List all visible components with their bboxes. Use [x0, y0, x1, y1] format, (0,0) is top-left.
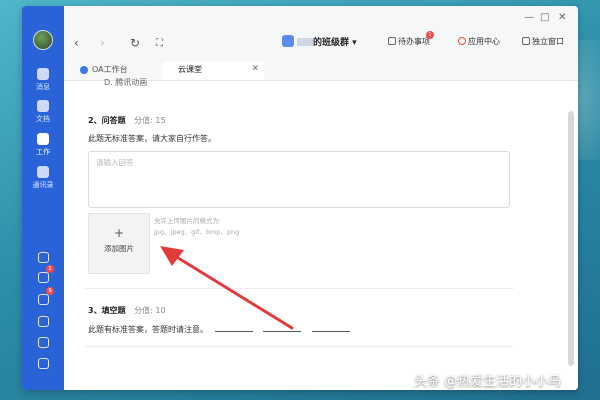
mail-icon	[37, 337, 49, 348]
todo-button[interactable]: 待办事项 1	[388, 31, 434, 47]
app-center-button[interactable]: 应用中心	[458, 36, 500, 47]
fill-blank-2[interactable]	[263, 331, 302, 332]
answer-placeholder: 请输入回答	[96, 158, 134, 167]
add-image-label: 添加图片	[104, 244, 134, 253]
group-logo-icon	[282, 35, 294, 47]
rail-item-label: 通讯录	[32, 181, 54, 189]
open-window-button[interactable]: 独立窗口	[522, 36, 564, 47]
maximize-button[interactable]: □	[540, 12, 549, 23]
calendar-button[interactable]	[22, 248, 64, 267]
divider	[84, 288, 514, 289]
toolbar: ‹ › ↻ ⛶ 的班级群 ▾ 待办事项 1 应用中心 独立窗口	[64, 31, 578, 58]
q3-description: 此题有标准答案，答题时请注意。	[88, 325, 208, 334]
rail-item-work[interactable]: 工作	[22, 133, 64, 157]
answer-textarea[interactable]: 请输入回答	[88, 151, 510, 208]
minimize-button[interactable]: —	[524, 12, 534, 23]
tasks-badge: 1	[46, 265, 54, 273]
close-tab-icon[interactable]: ✕	[251, 61, 259, 78]
q3-sentence: 此题有标准答案，答题时请注意。	[88, 324, 354, 335]
todo-label: 待办事项	[398, 37, 430, 46]
main-area: — □ ✕ ‹ › ↻ ⛶ 的班级群 ▾ 待办事项 1 应用中心 独立窗口 OA…	[64, 6, 578, 390]
rail-item-messages[interactable]: 消息	[22, 68, 64, 92]
q3-title: 3、填空题	[88, 306, 126, 315]
close-window-button[interactable]: ✕	[558, 12, 566, 23]
rail-item-label: 文档	[36, 115, 50, 123]
fullscreen-button[interactable]: ⛶	[156, 38, 163, 49]
q2-score: 分值: 15	[134, 116, 166, 125]
rail-item-docs[interactable]: 文档	[22, 100, 64, 124]
window-icon	[522, 37, 530, 45]
todo-badge: 1	[426, 31, 434, 39]
q3-header: 3、填空题 分值: 10	[88, 305, 166, 316]
user-avatar[interactable]	[33, 30, 53, 50]
group-name: 的班级群	[313, 38, 350, 48]
add-image-button[interactable]: + 添加图片	[88, 213, 150, 274]
back-button[interactable]: ‹	[74, 36, 79, 50]
app-center-icon	[458, 37, 466, 45]
document-icon	[37, 100, 49, 112]
app-center-label: 应用中心	[468, 37, 500, 46]
group-selector[interactable]: 的班级群 ▾	[282, 35, 357, 48]
checklist-icon	[37, 272, 49, 283]
plus-icon: +	[113, 226, 125, 240]
q3-score: 分值: 10	[134, 306, 166, 315]
open-window-label: 独立窗口	[532, 37, 564, 46]
redacted-block	[297, 38, 313, 46]
rail-item-contacts[interactable]: 通讯录	[22, 166, 64, 190]
cube-button[interactable]	[22, 354, 64, 373]
rail-item-label: 消息	[36, 83, 50, 91]
vertical-scrollbar[interactable]	[568, 111, 574, 366]
q2-title: 2、问答题	[88, 116, 126, 125]
divider	[84, 346, 514, 347]
fill-blank-1[interactable]	[214, 331, 253, 332]
call-button[interactable]	[22, 312, 64, 331]
q2-description: 此题无标准答案，请大家自行作答。	[88, 134, 216, 143]
ding-badge: 9	[46, 287, 54, 295]
forward-button[interactable]: ›	[100, 36, 105, 50]
chat-icon	[37, 68, 49, 80]
tab-label: 云课堂	[178, 65, 202, 74]
tab-cloud-classroom[interactable]: 云课堂 ✕	[162, 61, 264, 80]
watermark: 头条 @热爱生活的小小鸟	[414, 374, 562, 389]
upload-hint-formats: jpg、jpeg、gif、bmp、png	[154, 228, 240, 236]
page-content: D. 腾讯动画 2、问答题 分值: 15 此题无标准答案，请大家自行作答。 请输…	[64, 78, 578, 390]
tasks-button[interactable]: 1	[22, 265, 64, 287]
refresh-button[interactable]: ↻	[130, 36, 140, 50]
chevron-down-icon: ▾	[352, 38, 357, 48]
edit-icon	[388, 37, 396, 45]
q2-header: 2、问答题 分值: 15	[88, 115, 166, 126]
previous-option: D. 腾讯动画	[104, 78, 148, 87]
calendar-icon	[37, 252, 49, 263]
tab-label: OA工作台	[92, 65, 128, 74]
cube-icon	[37, 358, 49, 369]
upload-hint-title: 允许上传图片的格式为:	[154, 217, 222, 225]
ding-button[interactable]: 9	[22, 287, 64, 309]
oa-tab-icon	[80, 66, 88, 74]
app-window: 消息 文档 工作 通讯录 1 9 — □ ✕ ‹ › ↻ ⛶ 的班级群 ▾ 待办…	[22, 6, 578, 390]
phone-icon	[37, 316, 49, 327]
fill-blank-3[interactable]	[311, 331, 350, 332]
pin-icon	[37, 294, 49, 305]
left-navigation-rail: 消息 文档 工作 通讯录 1 9	[22, 6, 64, 390]
rail-item-label: 工作	[36, 148, 50, 156]
contacts-icon	[37, 166, 49, 178]
grid-icon	[37, 133, 49, 145]
mail-button[interactable]	[22, 333, 64, 352]
